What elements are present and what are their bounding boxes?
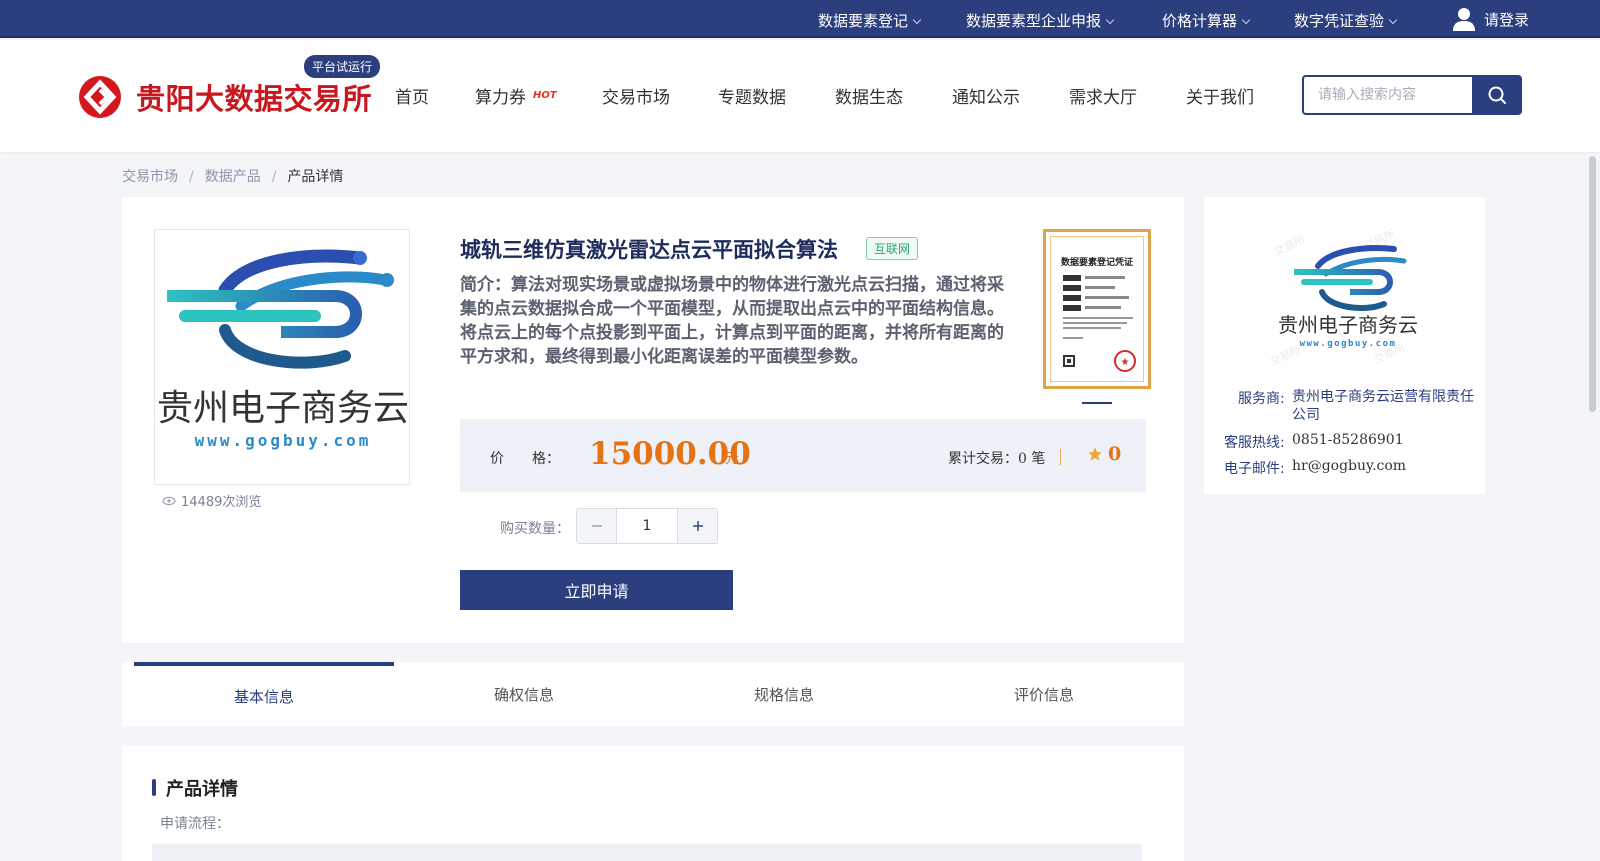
chevron-down-icon xyxy=(912,15,922,25)
view-count: 14489次浏览 xyxy=(162,491,261,510)
breadcrumb-data-products[interactable]: 数据产品 xyxy=(205,169,261,185)
registration-certificate[interactable]: 数据要素登记凭证 ★ xyxy=(1043,229,1151,389)
plus-icon xyxy=(692,521,703,531)
svg-text:www.gogbuy.com: www.gogbuy.com xyxy=(195,431,372,450)
svg-text:贵州电子商务云: 贵州电子商务云 xyxy=(1278,313,1418,337)
svg-text:贵州电子商务云: 贵州电子商务云 xyxy=(157,388,409,429)
tab-basic-info[interactable]: 基本信息 xyxy=(134,662,394,726)
apply-now-button[interactable]: 立即申请 xyxy=(460,570,733,610)
brand-name[interactable]: 贵阳大数据交易所 xyxy=(136,76,372,118)
nav-item-ecosystem[interactable]: 数据生态 xyxy=(835,83,903,108)
rating: 0 xyxy=(1087,443,1121,465)
section-marker xyxy=(152,779,156,796)
category-tag: 互联网 xyxy=(866,237,919,260)
login-button[interactable]: 请登录 xyxy=(1452,6,1529,32)
email-label: 电子邮件: xyxy=(1224,461,1285,477)
trade-count-label: 累计交易： xyxy=(948,451,1018,467)
quantity-decrease-button[interactable] xyxy=(577,509,617,543)
quantity-increase-button[interactable] xyxy=(677,509,717,543)
application-process-box xyxy=(152,844,1142,861)
nav-item-compute-voucher[interactable]: 算力券 xyxy=(475,83,526,108)
certificate-indicator xyxy=(1082,402,1112,404)
chevron-down-icon xyxy=(1241,15,1251,25)
rating-value: 0 xyxy=(1108,443,1122,465)
svg-text:★: ★ xyxy=(1121,357,1130,368)
email-value: hr@gogbuy.com xyxy=(1292,458,1407,474)
hotline-label: 客服热线: xyxy=(1224,435,1285,451)
search-input[interactable] xyxy=(1302,75,1474,115)
topbar-link-voucher-check[interactable]: 数字凭证查验 xyxy=(1294,10,1398,31)
tab-ownership-info[interactable]: 确权信息 xyxy=(394,662,654,726)
tab-review-info[interactable]: 评价信息 xyxy=(914,662,1174,726)
brand-logo-icon[interactable] xyxy=(79,76,121,118)
trial-badge: 平台试运行 xyxy=(304,55,381,78)
minus-icon xyxy=(591,525,602,527)
divider xyxy=(1060,449,1061,465)
topbar-link-label: 数据要素型企业申报 xyxy=(966,12,1102,30)
chevron-down-icon xyxy=(1388,15,1398,25)
topbar-link-label: 数据要素登记 xyxy=(818,12,909,30)
service-provider-link[interactable]: 贵州电子商务云运营有限责任公司 xyxy=(1292,388,1474,424)
nav-item-market[interactable]: 交易市场 xyxy=(602,83,670,108)
gogbuy-logo-icon: 贵州电子商务云 www.gogbuy.com xyxy=(157,249,409,450)
star-icon xyxy=(1088,447,1102,461)
price-unit: 元 xyxy=(725,451,739,467)
main-header: 贵阳大数据交易所 平台试运行 首页 算力券 HOT 交易市场 专题数据 数据生态… xyxy=(0,40,1600,152)
nav-item-home[interactable]: 首页 xyxy=(395,83,429,108)
breadcrumb-current: 产品详情 xyxy=(287,169,344,185)
nav-item-about[interactable]: 关于我们 xyxy=(1186,83,1254,108)
product-title: 城轨三维仿真激光雷达点云平面拟合算法 xyxy=(460,238,838,262)
topbar-link-enterprise-declare[interactable]: 数据要素型企业申报 xyxy=(966,10,1115,31)
application-process-label: 申请流程： xyxy=(160,816,230,832)
breadcrumb-market[interactable]: 交易市场 xyxy=(122,169,178,185)
product-image: 贵州电子商务云 www.gogbuy.com xyxy=(154,229,410,485)
login-label: 请登录 xyxy=(1484,10,1530,29)
provider-logo: 交易所 交易所 交易所 交易所 贵州电子商务云 www.gogbuy.com xyxy=(1266,226,1430,374)
trade-count: 累计交易：0 笔 xyxy=(948,448,1045,468)
price-label: 价 格： xyxy=(490,451,560,467)
search-button[interactable] xyxy=(1472,75,1522,115)
quantity-stepper xyxy=(576,508,718,544)
topbar-link-label: 数字凭证查验 xyxy=(1294,12,1385,30)
scrollbar-thumb[interactable] xyxy=(1589,156,1596,412)
topbar-link-label: 价格计算器 xyxy=(1162,12,1238,30)
hotline-value: 0851-85286901 xyxy=(1292,432,1404,448)
certificate-content-icon: ★ xyxy=(1063,275,1136,372)
view-count-label: 14489次浏览 xyxy=(181,495,262,510)
svg-text:交易所: 交易所 xyxy=(1267,342,1303,369)
search-icon xyxy=(1488,86,1506,104)
eye-icon xyxy=(162,496,176,505)
section-title: 产品详情 xyxy=(166,779,238,800)
svg-text:交易所: 交易所 xyxy=(1271,232,1307,259)
trade-count-value: 0 笔 xyxy=(1018,451,1046,467)
nav-item-demand-hall[interactable]: 需求大厅 xyxy=(1069,83,1137,108)
breadcrumb: 交易市场 / 数据产品 / 产品详情 xyxy=(122,169,344,185)
nav-item-topic-data[interactable]: 专题数据 xyxy=(718,83,786,108)
topbar-link-data-registration[interactable]: 数据要素登记 xyxy=(818,10,922,31)
price-panel: 价 格： 15000.00 元 累计交易：0 笔 0 xyxy=(460,419,1146,492)
quantity-label: 购买数量： xyxy=(500,521,570,537)
hot-badge: HOT xyxy=(533,90,557,101)
tab-spec-info[interactable]: 规格信息 xyxy=(654,662,914,726)
topbar-link-price-calculator[interactable]: 价格计算器 xyxy=(1162,10,1251,31)
gogbuy-logo-icon: 交易所 交易所 交易所 交易所 贵州电子商务云 www.gogbuy.com xyxy=(1267,226,1418,369)
product-description: 简介：算法对现实场景或虚拟场景中的物体进行激光点云扫描，通过将采集的点云数据拟合… xyxy=(460,275,1004,367)
search-box xyxy=(1302,75,1522,115)
user-icon xyxy=(1453,8,1475,31)
quantity-input[interactable] xyxy=(617,509,677,543)
nav-item-notices[interactable]: 通知公示 xyxy=(952,83,1020,108)
svg-text:www.gogbuy.com: www.gogbuy.com xyxy=(1300,339,1397,349)
service-provider-label: 服务商: xyxy=(1238,391,1285,407)
top-bar: 数据要素登记 数据要素型企业申报 价格计算器 数字凭证查验 请登录 xyxy=(0,0,1600,38)
chevron-down-icon xyxy=(1105,15,1115,25)
detail-tabs: 基本信息 确权信息 规格信息 评价信息 xyxy=(122,662,1184,726)
